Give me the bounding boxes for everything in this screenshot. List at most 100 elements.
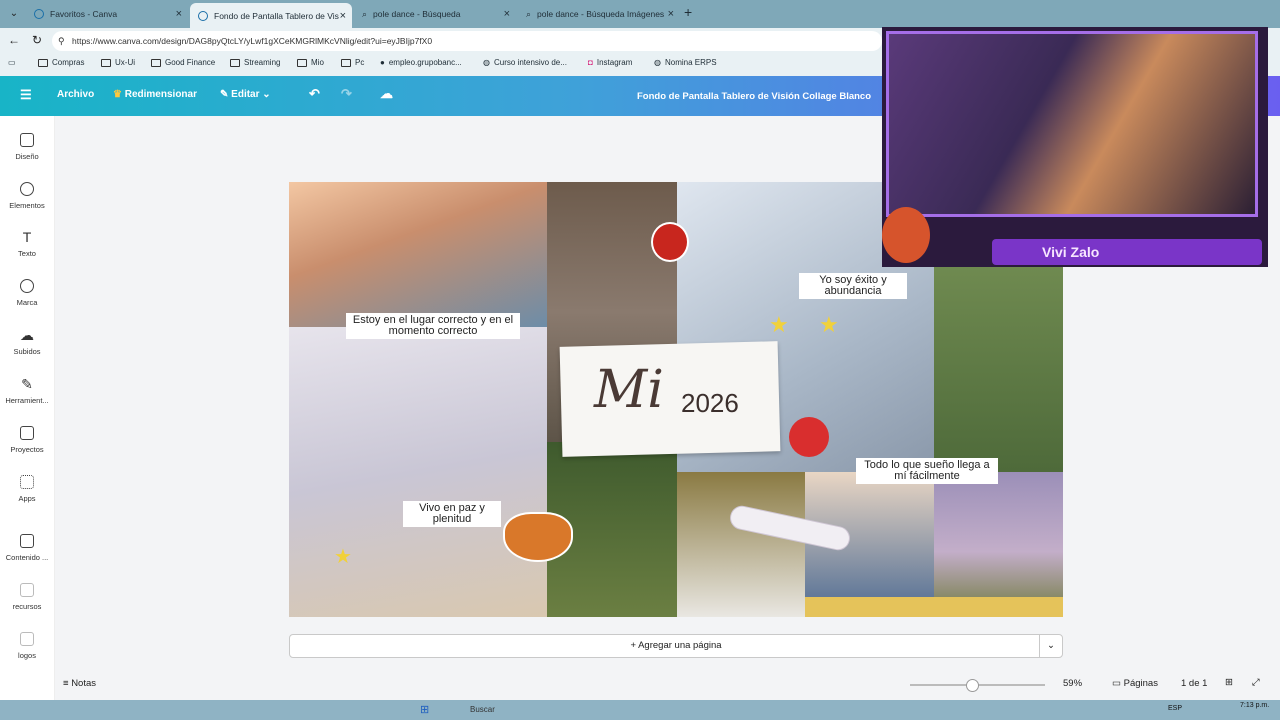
- ladybug-sticker[interactable]: [651, 222, 689, 262]
- sidebar-item-texto[interactable]: T Texto: [0, 230, 54, 258]
- bookmark-instagram[interactable]: ◘ Instagram: [588, 58, 632, 67]
- sidebar-item-marca[interactable]: Marca: [0, 279, 54, 307]
- bookmark-curso[interactable]: ◍ Curso intensivo de...: [483, 58, 567, 67]
- sidebar-item-elementos[interactable]: Elementos: [0, 182, 54, 210]
- flower-sticker[interactable]: [789, 417, 829, 457]
- add-page-button[interactable]: + Agregar una página ⌄: [289, 634, 1063, 658]
- bookmark-empleo[interactable]: ● empleo.grupobanc...: [380, 58, 462, 67]
- star-sticker-2: ★: [819, 312, 839, 337]
- windows-start-icon[interactable]: ⊞: [420, 703, 429, 716]
- tab-canva-design[interactable]: Fondo de Pantalla Tablero de Visió ×: [190, 3, 352, 28]
- bookmark-label: Instagram: [596, 58, 633, 67]
- resize-button[interactable]: ♛ Redimensionar: [113, 89, 197, 100]
- windows-taskbar: ⊞ Buscar ESP 7:13 p.m.: [0, 700, 1280, 720]
- close-tab-icon[interactable]: ×: [176, 8, 182, 20]
- text-icon: T: [22, 229, 32, 245]
- caption-todo-lo-que-sueno[interactable]: Todo lo que sueño llega a mí fácilmente: [856, 458, 998, 484]
- zoom-slider[interactable]: [910, 679, 1045, 692]
- fullscreen-icon[interactable]: ⤢: [1252, 677, 1260, 688]
- chevron-down-icon: ⌄: [262, 89, 271, 100]
- bookmark-label: Nomina ERPS: [664, 58, 717, 67]
- bookmark-mio[interactable]: Mio: [297, 58, 324, 67]
- grid-view-icon[interactable]: ⊞: [1225, 677, 1233, 688]
- photo-reading-field[interactable]: [934, 267, 1063, 472]
- bookmark-streaming[interactable]: Streaming: [230, 58, 280, 67]
- sidebar-label: logos: [18, 651, 36, 660]
- sidebar-item-logos[interactable]: logos: [0, 632, 54, 660]
- sidebar-item-herramientas[interactable]: ✎ Herramient...: [0, 377, 54, 405]
- notes-icon: ≡: [63, 678, 69, 689]
- tab-favoritos[interactable]: Favoritos - Canva ×: [26, 3, 188, 25]
- undo-icon[interactable]: ↶: [309, 86, 320, 102]
- cloud-save-icon[interactable]: ☁: [380, 86, 393, 102]
- canva-bottom-bar: ≡ Notas 59% ▭ Páginas 1 de 1 ⊞ ⤢: [55, 672, 1280, 698]
- close-tab-icon[interactable]: ×: [504, 8, 510, 20]
- bookmark-label: Good Finance: [165, 58, 216, 67]
- bookmark-label: empleo.grupobanc...: [388, 58, 462, 67]
- bookmark-label: Mio: [311, 58, 324, 67]
- search-favicon-icon: ⌕: [526, 8, 532, 19]
- tab-pole-dance-images[interactable]: ⌕ pole dance - Búsqueda Imágenes ×: [518, 3, 680, 25]
- sidebar-item-recursos[interactable]: recursos: [0, 583, 54, 611]
- zoom-slider-thumb[interactable]: [966, 679, 979, 692]
- title-paper[interactable]: [559, 341, 781, 457]
- notes-button[interactable]: ≡ Notas: [63, 678, 96, 689]
- bookmark-label: Curso intensivo de...: [493, 58, 567, 67]
- photo-basket-sticker[interactable]: [677, 472, 805, 617]
- reload-icon[interactable]: ↻: [32, 33, 42, 47]
- back-icon[interactable]: ←: [8, 33, 20, 47]
- bookmark-good-finance[interactable]: Good Finance: [151, 58, 215, 67]
- canva-sidebar: Diseño Elementos T Texto Marca ☁ Subidos ✎…: [0, 116, 55, 700]
- pages-button[interactable]: ▭ Páginas: [1112, 678, 1158, 689]
- zoom-level[interactable]: 59%: [1063, 678, 1082, 689]
- design-title[interactable]: Fondo de Pantalla Tablero de Visión Coll…: [637, 91, 871, 102]
- close-tab-icon[interactable]: ×: [340, 10, 346, 22]
- redo-icon[interactable]: ↷: [341, 86, 352, 102]
- url-field[interactable]: ⚲ https://www.canva.com/design/DAG8pyQtc…: [52, 31, 882, 51]
- instagram-icon: ◘: [588, 58, 593, 67]
- site-info-icon[interactable]: ⚲: [58, 31, 65, 51]
- folder-icon: [38, 58, 48, 67]
- clock[interactable]: 7:13 p.m.: [1240, 702, 1269, 709]
- crown-icon: ♛: [113, 89, 122, 100]
- bookmark-pc[interactable]: Pc: [341, 58, 364, 67]
- sidebar-item-subidos[interactable]: ☁ Subidos: [0, 328, 54, 356]
- close-tab-icon[interactable]: ×: [668, 8, 674, 20]
- photo-field-sunset[interactable]: [934, 472, 1063, 617]
- edit-mode-button[interactable]: ✎ Editar ⌄: [220, 89, 271, 100]
- tab-pole-dance-search[interactable]: ⌕ pole dance - Búsqueda ×: [354, 3, 516, 25]
- new-tab-button[interactable]: +: [684, 4, 692, 20]
- caption-vivo-en-paz[interactable]: Vivo en paz y plenitud: [403, 501, 501, 527]
- tab-label: pole dance - Búsqueda: [373, 9, 461, 19]
- keyboard-language[interactable]: ESP: [1168, 705, 1182, 712]
- resources-icon: [20, 583, 34, 597]
- bookmark-ux-ui[interactable]: Ux-Ui: [101, 58, 135, 67]
- chevron-down-icon[interactable]: ⌄: [1039, 635, 1062, 657]
- folder-icon: [230, 58, 240, 67]
- notes-label: Notas: [71, 678, 97, 689]
- taskbar-search[interactable]: Buscar: [470, 705, 495, 714]
- apps-icon[interactable]: ▭: [8, 58, 16, 67]
- butterfly-sticker[interactable]: [503, 512, 573, 562]
- folder-icon: [341, 58, 351, 67]
- sidebar-item-proyectos[interactable]: Proyectos: [0, 426, 54, 454]
- sidebar-item-apps[interactable]: Apps: [0, 475, 54, 503]
- bookmark-nomina[interactable]: ◍ Nomina ERPS: [654, 58, 717, 67]
- caption-lugar-correcto[interactable]: Estoy en el lugar correcto y en el momen…: [346, 313, 520, 339]
- menu-icon[interactable]: ☰: [20, 87, 32, 103]
- sidebar-item-diseno[interactable]: Diseño: [0, 133, 54, 161]
- tab-list-dropdown[interactable]: ⌄: [6, 6, 22, 22]
- url-text: https://www.canva.com/design/DAG8pyQtcLY…: [72, 36, 433, 46]
- caption-exito-abundancia[interactable]: Yo soy éxito y abundancia: [799, 273, 907, 299]
- folder-icon: [151, 58, 161, 67]
- photo-boat-woman[interactable]: [289, 182, 547, 327]
- photo-picnic-blanket[interactable]: [289, 327, 547, 617]
- file-menu-button[interactable]: Archivo: [57, 89, 94, 100]
- bookmark-compras[interactable]: Compras: [38, 58, 84, 67]
- folder-icon: [297, 58, 307, 67]
- site-icon: ●: [380, 58, 385, 67]
- sidebar-label: Diseño: [15, 152, 39, 161]
- pencil-icon: ✎: [220, 89, 229, 100]
- pages-label: Páginas: [1123, 678, 1158, 689]
- sidebar-item-contenido[interactable]: Contenido ...: [0, 534, 54, 562]
